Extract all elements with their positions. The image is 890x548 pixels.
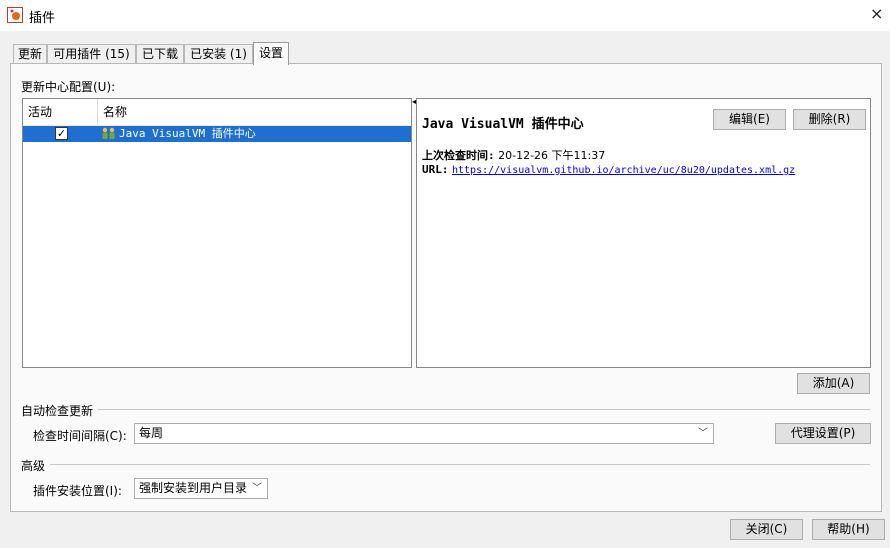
check-interval-label: 检查时间间隔(C): [33,429,127,443]
url-label: URL: [422,163,449,176]
close-button[interactable]: 关闭(C) [730,519,803,540]
last-check-label: 上次检查时间: [422,149,495,162]
help-button[interactable]: 帮助(H) [812,519,885,540]
app-icon [7,7,23,23]
last-check-value: 20-12-26 下午11:37 [498,149,606,162]
window-title: 插件 [29,11,56,26]
edit-button[interactable]: 编辑(E) [713,109,786,130]
auto-check-separator [98,409,870,410]
column-header-active[interactable]: 活动 [28,99,52,125]
install-location-label: 插件安装位置(I): [33,484,122,498]
delete-button[interactable]: 删除(R) [793,109,866,130]
users-icon [102,127,115,139]
update-center-name: Java VisualVM 插件中心 [119,127,256,140]
active-checkbox[interactable]: ✓ [55,127,68,140]
update-center-label: 更新中心配置(U): [21,80,116,94]
advanced-separator [50,464,870,465]
update-center-details: Java VisualVM 插件中心 编辑(E) 删除(R) 上次检查时间: 2… [416,98,871,368]
last-check-line: 上次检查时间: 20-12-26 下午11:37 [422,147,605,163]
column-separator [97,99,98,125]
details-title: Java VisualVM 插件中心 [422,117,584,132]
table-row[interactable]: ✓ Java VisualVM 插件中心 [23,126,411,142]
check-interval-select[interactable]: 每周 ﹀ [134,423,714,444]
title-bar: 插件 × [0,0,890,31]
add-button[interactable]: 添加(A) [797,373,870,394]
advanced-section-title: 高级 [21,459,46,473]
tab-settings[interactable]: 设置 [253,42,289,65]
tab-available-plugins[interactable]: 可用插件 (15) [47,44,136,63]
tab-installed[interactable]: 已安装 (1) [184,44,253,63]
column-header-name[interactable]: 名称 [103,99,127,125]
close-icon[interactable]: × [870,4,883,23]
url-line: URL: https://visualvm.github.io/archive/… [422,163,795,176]
update-center-table[interactable]: 活动 名称 ✓ Java VisualVM 插件中心 [22,98,412,368]
install-location-select[interactable]: 强制安装到用户目录 ﹀ [134,478,268,499]
proxy-settings-button[interactable]: 代理设置(P) [775,423,871,444]
tab-updates[interactable]: 更新 [13,44,47,63]
tab-downloaded[interactable]: 已下载 [136,44,184,63]
chevron-down-icon: ﹀ [698,428,708,439]
url-link[interactable]: https://visualvm.github.io/archive/uc/8u… [452,165,795,176]
chevron-down-icon: ﹀ [252,483,262,494]
auto-check-section-title: 自动检查更新 [21,404,94,418]
